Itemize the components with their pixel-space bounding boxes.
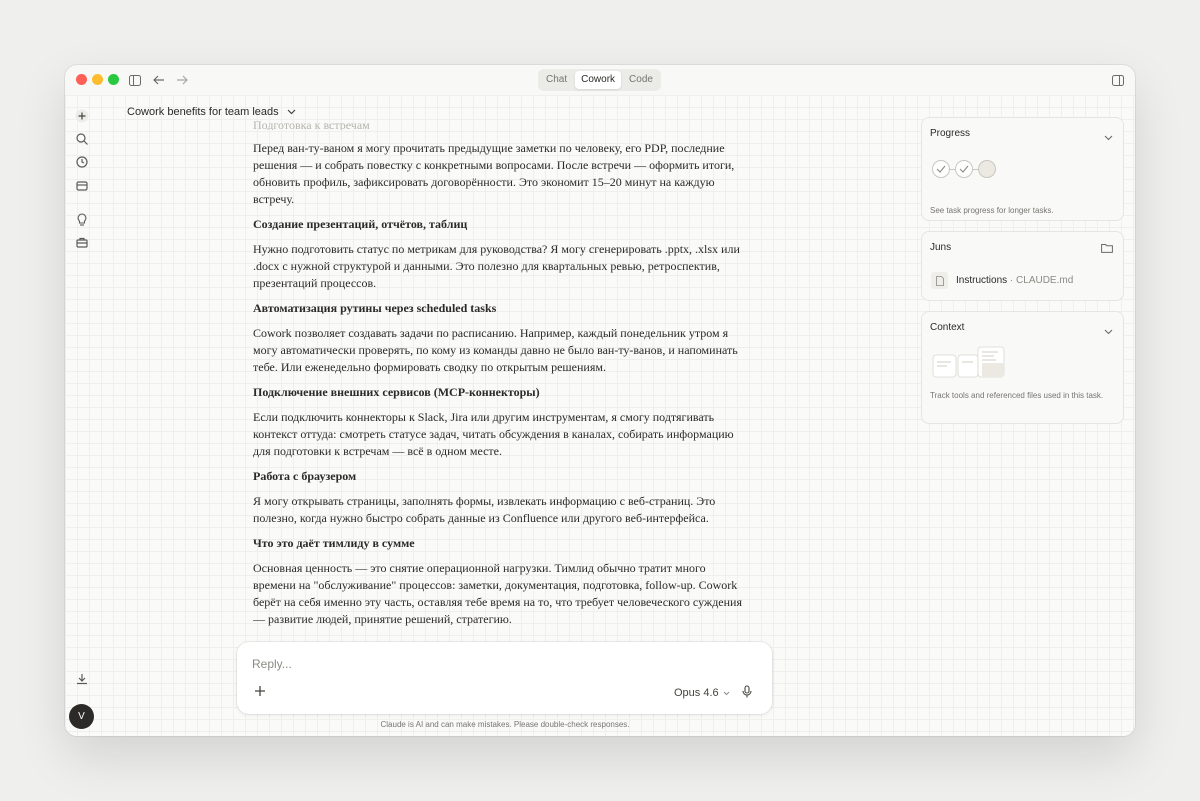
- tab-chat[interactable]: Chat: [540, 71, 573, 89]
- conversation-content: Подготовка к встречам Перед ван-ту-ваном…: [253, 120, 743, 700]
- task-title[interactable]: Cowork benefits for team leads: [127, 106, 296, 118]
- app-window: Chat Cowork Code V Cowork benefits for t…: [65, 65, 1135, 736]
- check-icon: [959, 165, 969, 173]
- clock-icon[interactable]: [74, 154, 90, 170]
- document-icon: [931, 272, 948, 289]
- context-title: Context: [930, 322, 965, 333]
- chevron-down-icon: [723, 691, 729, 695]
- reply-input[interactable]: [252, 657, 652, 671]
- microphone-icon[interactable]: [742, 685, 752, 703]
- chevron-down-icon[interactable]: [1104, 322, 1113, 340]
- disclaimer-text: Claude is AI and can make mistakes. Plea…: [380, 720, 630, 729]
- file-label: Instructions: [956, 275, 1008, 286]
- progress-steps: [932, 160, 996, 178]
- close-window-button[interactable]: [76, 74, 87, 85]
- context-panel: Context Track tools and referenced files…: [921, 311, 1124, 424]
- section-heading: Создание презентаций, отчётов, таблиц: [253, 217, 468, 231]
- section-heading: Автоматизация рутины через scheduled tas…: [253, 301, 497, 315]
- briefcase-icon[interactable]: [74, 234, 90, 250]
- plus-icon: [255, 686, 265, 696]
- section-heading: Что это даёт тимлиду в сумме: [253, 536, 415, 550]
- message-paragraph: Перед ван-ту-ваном я могу прочитать пред…: [253, 141, 735, 206]
- progress-step-done: [955, 160, 973, 178]
- context-subtitle: Track tools and referenced files used in…: [930, 391, 1104, 400]
- instructions-file-item[interactable]: Instructions · CLAUDE.md: [931, 272, 1073, 289]
- sidebar-toggle-icon[interactable]: [127, 72, 143, 88]
- file-name: CLAUDE.md: [1016, 275, 1074, 286]
- download-icon[interactable]: [74, 671, 90, 687]
- message-paragraph: Нужно подготовить статус по метрикам для…: [253, 242, 740, 290]
- model-label: Opus 4.6: [674, 687, 719, 699]
- context-illustration: [932, 346, 1005, 378]
- maximize-window-button[interactable]: [108, 74, 119, 85]
- add-attachment-button[interactable]: [254, 684, 266, 702]
- check-icon: [936, 165, 946, 173]
- left-rail: [65, 105, 99, 725]
- mode-switcher: Chat Cowork Code: [538, 69, 661, 91]
- lightbulb-icon[interactable]: [74, 211, 90, 227]
- minimize-window-button[interactable]: [92, 74, 103, 85]
- new-task-button[interactable]: [74, 108, 90, 124]
- tab-cowork[interactable]: Cowork: [575, 71, 622, 89]
- progress-title: Progress: [930, 128, 971, 139]
- right-panel-icon[interactable]: [1110, 72, 1126, 88]
- juns-title: Juns: [930, 242, 952, 253]
- section-heading: Работа с браузером: [253, 469, 357, 483]
- inbox-icon[interactable]: [74, 177, 90, 193]
- cut-off-heading: Подготовка к встречам: [253, 120, 370, 130]
- file-separator: ·: [1007, 275, 1017, 286]
- chevron-down-icon: [287, 106, 296, 118]
- model-selector[interactable]: Opus 4.6: [674, 687, 730, 699]
- message-paragraph: Cowork позволяет создавать задачи по рас…: [253, 326, 738, 374]
- reply-composer: Opus 4.6: [237, 642, 772, 714]
- titlebar: Chat Cowork Code: [65, 65, 1135, 95]
- message-paragraph: Основная ценность — это снятие операцион…: [253, 561, 742, 626]
- progress-step-done: [932, 160, 950, 178]
- folder-icon[interactable]: [1101, 240, 1113, 258]
- section-heading: Подключение внешних сервисов (MCP-коннек…: [253, 385, 540, 399]
- message-paragraph: Если подключить коннекторы к Slack, Jira…: [253, 410, 734, 458]
- progress-step-pending: [978, 160, 996, 178]
- window-controls: [76, 74, 119, 85]
- task-title-label: Cowork benefits for team leads: [127, 106, 279, 118]
- tab-code[interactable]: Code: [623, 71, 659, 89]
- forward-arrow-icon[interactable]: [174, 72, 190, 88]
- progress-subtitle: See task progress for longer tasks.: [930, 206, 1054, 215]
- juns-panel: Juns Instructions · CLAUDE.md: [921, 231, 1124, 301]
- progress-panel: Progress See task progress for longer ta…: [921, 117, 1124, 221]
- chevron-down-icon[interactable]: [1104, 128, 1113, 146]
- search-icon[interactable]: [74, 131, 90, 147]
- message-paragraph: Я могу открывать страницы, заполнять фор…: [253, 494, 716, 525]
- back-arrow-icon[interactable]: [151, 72, 167, 88]
